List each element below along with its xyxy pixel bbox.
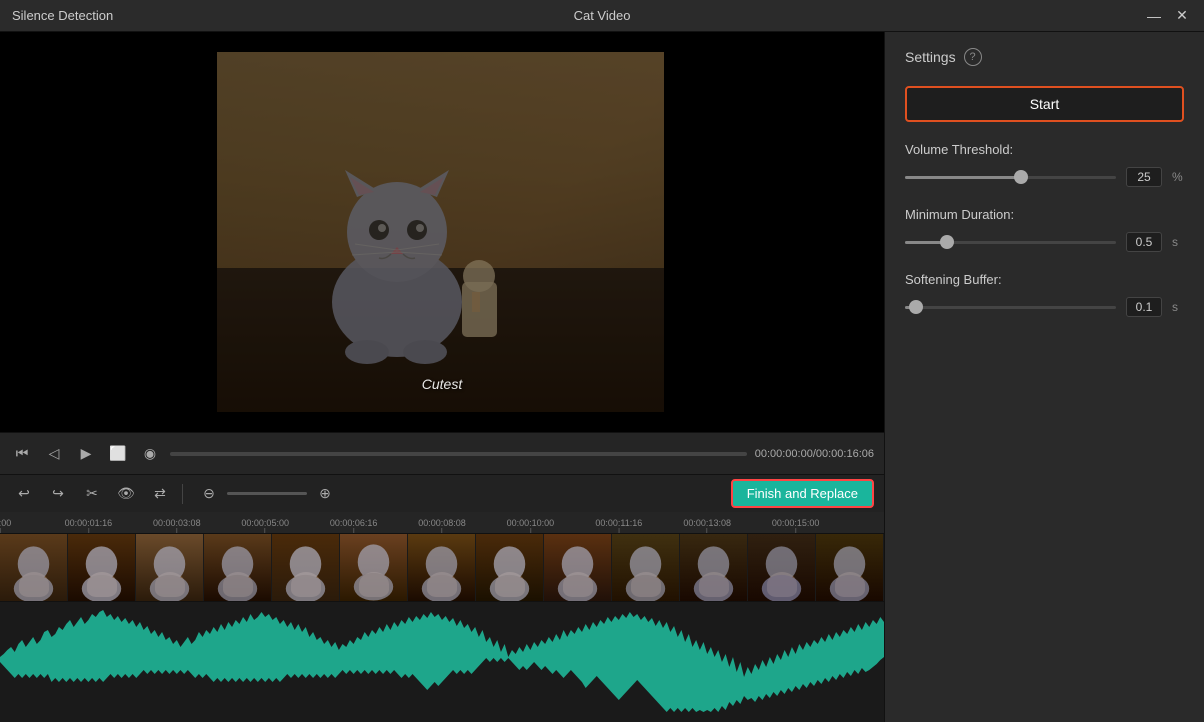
- thumb-cell-2: [68, 534, 136, 602]
- thumb-cell-5: [272, 534, 340, 602]
- titlebar: Silence Detection Cat Video — ✕: [0, 0, 1204, 32]
- zoom-controls: ⊖ ⊕: [195, 480, 339, 508]
- document-title: Cat Video: [574, 8, 631, 23]
- softening-buffer-row: 0.1 s: [905, 297, 1184, 317]
- video-track: [0, 534, 884, 602]
- ruler-tick-9: 00:00:15:00: [772, 518, 820, 533]
- circle-button[interactable]: ◉: [138, 442, 162, 466]
- video-caption: Cutest: [422, 376, 462, 392]
- thumb-cell-13: [816, 534, 884, 602]
- softening-buffer-slider[interactable]: [905, 298, 1116, 316]
- time-display: 00:00:00:00/00:00:16:06: [755, 448, 874, 460]
- finish-replace-button[interactable]: Finish and Replace: [731, 479, 874, 508]
- thumb-cell-1: [0, 534, 68, 602]
- ruler-tick-2: 00:00:03:08: [153, 518, 201, 533]
- slider-track-volume: [905, 176, 1116, 179]
- slider-thumb-volume[interactable]: [1014, 170, 1028, 184]
- thumb-cell-7: [408, 534, 476, 602]
- minimize-button[interactable]: —: [1144, 6, 1164, 26]
- thumb-cell-4: [204, 534, 272, 602]
- minimum-duration-slider[interactable]: [905, 233, 1116, 251]
- thumb-cell-11: [680, 534, 748, 602]
- minimum-duration-value[interactable]: 0.5: [1126, 232, 1162, 252]
- help-icon[interactable]: ?: [964, 48, 982, 66]
- play-button[interactable]: ▶: [74, 442, 98, 466]
- eye-button[interactable]: 👁: [112, 480, 140, 508]
- redo-button[interactable]: ↪: [44, 480, 72, 508]
- minimum-duration-unit: s: [1172, 235, 1184, 249]
- volume-threshold-label: Volume Threshold:: [905, 142, 1184, 157]
- black-bar-right: [664, 32, 884, 432]
- ruler-tick-5: 00:00:08:08: [418, 518, 466, 533]
- thumb-cell-6: [340, 534, 408, 602]
- black-bar-left: [0, 32, 100, 432]
- audio-track: [0, 602, 884, 712]
- minimum-duration-group: Minimum Duration: 0.5 s: [905, 207, 1184, 252]
- ruler-tick-0: 00:00: [0, 518, 11, 533]
- slider-fill-volume: [905, 176, 1021, 179]
- slider-thumb-buffer[interactable]: [909, 300, 923, 314]
- ruler-tick-6: 00:00:10:00: [507, 518, 555, 533]
- slider-track-duration: [905, 241, 1116, 244]
- zoom-out-button[interactable]: ⊖: [195, 480, 223, 508]
- waveform-svg: [0, 602, 884, 712]
- app-title: Silence Detection: [12, 8, 113, 23]
- left-panel: Cutest ⏮ ◁ ▶ ⬜ ◉ 00:00:00:00/00:00:16:06…: [0, 32, 884, 722]
- volume-threshold-group: Volume Threshold: 25 %: [905, 142, 1184, 187]
- crop-button[interactable]: ⬜: [106, 442, 130, 466]
- volume-threshold-value[interactable]: 25: [1126, 167, 1162, 187]
- volume-threshold-slider[interactable]: [905, 168, 1116, 186]
- thumb-cell-10: [612, 534, 680, 602]
- softening-buffer-label: Softening Buffer:: [905, 272, 1184, 287]
- timeline-area: 00:00 00:00:01:16 00:00:03:08 00:00:05:0…: [0, 512, 884, 722]
- volume-threshold-row: 25 %: [905, 167, 1184, 187]
- toolbar-separator-1: [182, 484, 183, 504]
- close-button[interactable]: ✕: [1172, 6, 1192, 26]
- window-controls: — ✕: [1144, 6, 1192, 26]
- mirror-button[interactable]: ⇄: [146, 480, 174, 508]
- video-preview: Cutest: [0, 32, 884, 432]
- ruler-tick-8: 00:00:13:08: [683, 518, 731, 533]
- start-button[interactable]: Start: [905, 86, 1184, 122]
- minimum-duration-row: 0.5 s: [905, 232, 1184, 252]
- skip-back-button[interactable]: ⏮: [10, 442, 34, 466]
- minimum-duration-label: Minimum Duration:: [905, 207, 1184, 222]
- timeline-ruler: 00:00 00:00:01:16 00:00:03:08 00:00:05:0…: [0, 512, 884, 534]
- ruler-tick-7: 00:00:11:16: [595, 518, 642, 533]
- settings-header: Settings ?: [905, 48, 1184, 66]
- thumb-cell-12: [748, 534, 816, 602]
- main-content: Cutest ⏮ ◁ ▶ ⬜ ◉ 00:00:00:00/00:00:16:06…: [0, 32, 1204, 722]
- volume-threshold-unit: %: [1172, 170, 1184, 184]
- softening-buffer-value[interactable]: 0.1: [1126, 297, 1162, 317]
- settings-label: Settings: [905, 49, 956, 65]
- zoom-bar: [227, 492, 307, 495]
- step-back-button[interactable]: ◁: [42, 442, 66, 466]
- ruler-tick-1: 00:00:01:16: [65, 518, 113, 533]
- thumb-cell-8: [476, 534, 544, 602]
- playback-controls: ⏮ ◁ ▶ ⬜ ◉ 00:00:00:00/00:00:16:06: [0, 432, 884, 474]
- cat-scene: Cutest: [217, 52, 667, 412]
- zoom-in-button[interactable]: ⊕: [311, 480, 339, 508]
- ruler-tick-3: 00:00:05:00: [241, 518, 289, 533]
- right-panel: Settings ? Start Volume Threshold: 25 % …: [884, 32, 1204, 722]
- thumb-cell-9: [544, 534, 612, 602]
- video-canvas: Cutest: [217, 52, 667, 412]
- slider-thumb-duration[interactable]: [940, 235, 954, 249]
- cut-button[interactable]: ✂: [78, 480, 106, 508]
- ruler-tick-4: 00:00:06:16: [330, 518, 378, 533]
- thumb-cell-3: [136, 534, 204, 602]
- edit-toolbar: ↩ ↪ ✂ 👁 ⇄ ⊖ ⊕ Finish and Replace: [0, 474, 884, 512]
- softening-buffer-unit: s: [1172, 300, 1184, 314]
- video-container: Cutest: [0, 32, 884, 432]
- ruler-inner: 00:00 00:00:01:16 00:00:03:08 00:00:05:0…: [0, 512, 884, 533]
- video-dark-overlay: [217, 52, 667, 412]
- softening-buffer-group: Softening Buffer: 0.1 s: [905, 272, 1184, 317]
- track-thumbnails: [0, 534, 884, 601]
- progress-bar[interactable]: [170, 452, 747, 456]
- undo-button[interactable]: ↩: [10, 480, 38, 508]
- slider-track-buffer: [905, 306, 1116, 309]
